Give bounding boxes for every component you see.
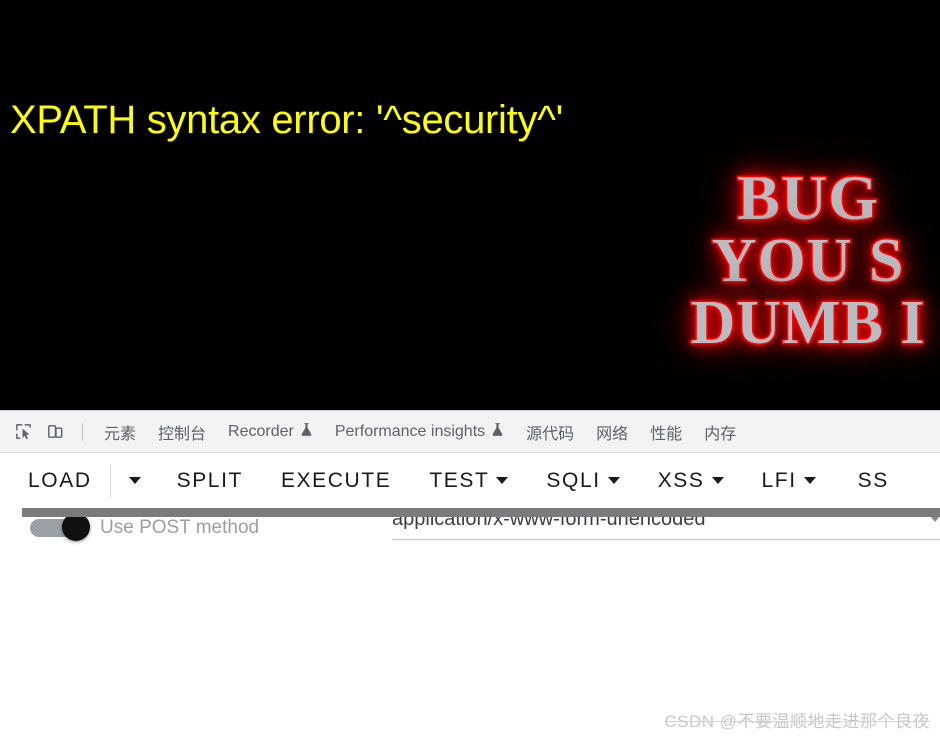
tab-performance[interactable]: 性能 xyxy=(639,411,693,452)
tab-performance-insights[interactable]: Performance insights xyxy=(324,411,515,452)
chevron-down-icon xyxy=(711,477,724,484)
lfi-button-label: LFI xyxy=(761,468,797,492)
tab-console-label: 控制台 xyxy=(158,425,207,443)
page-viewport: XPATH syntax error: '^security^' BUG YOU… xyxy=(0,0,940,410)
toggle-knob xyxy=(62,513,90,541)
ssrf-dropdown-button[interactable]: SS xyxy=(852,469,895,493)
test-dropdown-button[interactable]: TEST xyxy=(423,469,514,493)
ssrf-button-label: SS xyxy=(857,468,889,492)
post-method-row: Use POST method application/x-www-form-u… xyxy=(0,508,940,556)
toolbar-divider xyxy=(82,422,83,441)
hackbar-divider xyxy=(109,463,111,498)
xss-button-label: XSS xyxy=(657,468,705,492)
watermark: CSDN @不要温顺地走进那个良夜 xyxy=(664,712,930,731)
tab-sources[interactable]: 源代码 xyxy=(515,411,585,452)
tab-sources-label: 源代码 xyxy=(526,425,575,443)
bug-banner-line-2: YOU S xyxy=(638,229,940,294)
device-toolbar-icon[interactable] xyxy=(40,417,70,447)
execute-button[interactable]: EXECUTE xyxy=(275,469,397,493)
tab-network[interactable]: 网络 xyxy=(585,411,639,452)
sqli-button-label: SQLI xyxy=(546,468,601,492)
devtools-panel: 元素 控制台 Recorder Performance insights 源代码 xyxy=(0,410,940,741)
flask-icon xyxy=(300,422,313,441)
lfi-dropdown-button[interactable]: LFI xyxy=(756,469,822,493)
chevron-down-icon xyxy=(607,477,620,484)
execute-button-label: EXECUTE xyxy=(280,468,392,492)
devtools-tabbar: 元素 控制台 Recorder Performance insights 源代码 xyxy=(0,411,940,453)
xpath-error-message: XPATH syntax error: '^security^' xyxy=(10,98,563,142)
flask-icon xyxy=(491,422,504,441)
tab-elements[interactable]: 元素 xyxy=(93,411,147,452)
inspect-element-icon[interactable] xyxy=(8,417,38,447)
tab-memory[interactable]: 内存 xyxy=(693,411,747,452)
horizontal-scrollbar[interactable] xyxy=(22,508,940,517)
chevron-down-icon xyxy=(803,477,816,484)
split-button[interactable]: SPLIT xyxy=(171,469,249,493)
tab-elements-label: 元素 xyxy=(104,425,137,443)
field-underline xyxy=(392,539,940,540)
tab-network-label: 网络 xyxy=(596,425,629,443)
load-button[interactable]: LOAD xyxy=(22,469,98,493)
sqli-dropdown-button[interactable]: SQLI xyxy=(540,469,625,493)
use-post-method-toggle[interactable] xyxy=(30,513,90,541)
bug-banner-graphic: BUG YOU S DUMB I xyxy=(638,164,940,356)
bug-banner-line-1: BUG xyxy=(638,164,940,231)
chevron-down-icon xyxy=(128,477,141,484)
xss-dropdown-button[interactable]: XSS xyxy=(652,469,730,493)
split-button-label: SPLIT xyxy=(176,468,243,492)
tab-performance-insights-label: Performance insights xyxy=(334,422,486,440)
tab-console[interactable]: 控制台 xyxy=(147,411,217,452)
test-button-label: TEST xyxy=(429,468,490,492)
tab-recorder[interactable]: Recorder xyxy=(217,411,324,452)
hackbar-toolbar: LOAD SPLIT EXECUTE TEST SQLI XSS LFI SS xyxy=(0,453,940,508)
tab-memory-label: 内存 xyxy=(704,425,737,443)
use-post-method-label: Use POST method xyxy=(100,517,260,538)
chevron-down-icon xyxy=(496,477,509,484)
load-dropdown-button[interactable] xyxy=(117,477,153,484)
bug-banner-line-3: DUMB I xyxy=(638,291,940,356)
tab-recorder-label: Recorder xyxy=(228,422,294,440)
tab-performance-label: 性能 xyxy=(650,425,683,443)
load-button-label: LOAD xyxy=(28,468,92,492)
